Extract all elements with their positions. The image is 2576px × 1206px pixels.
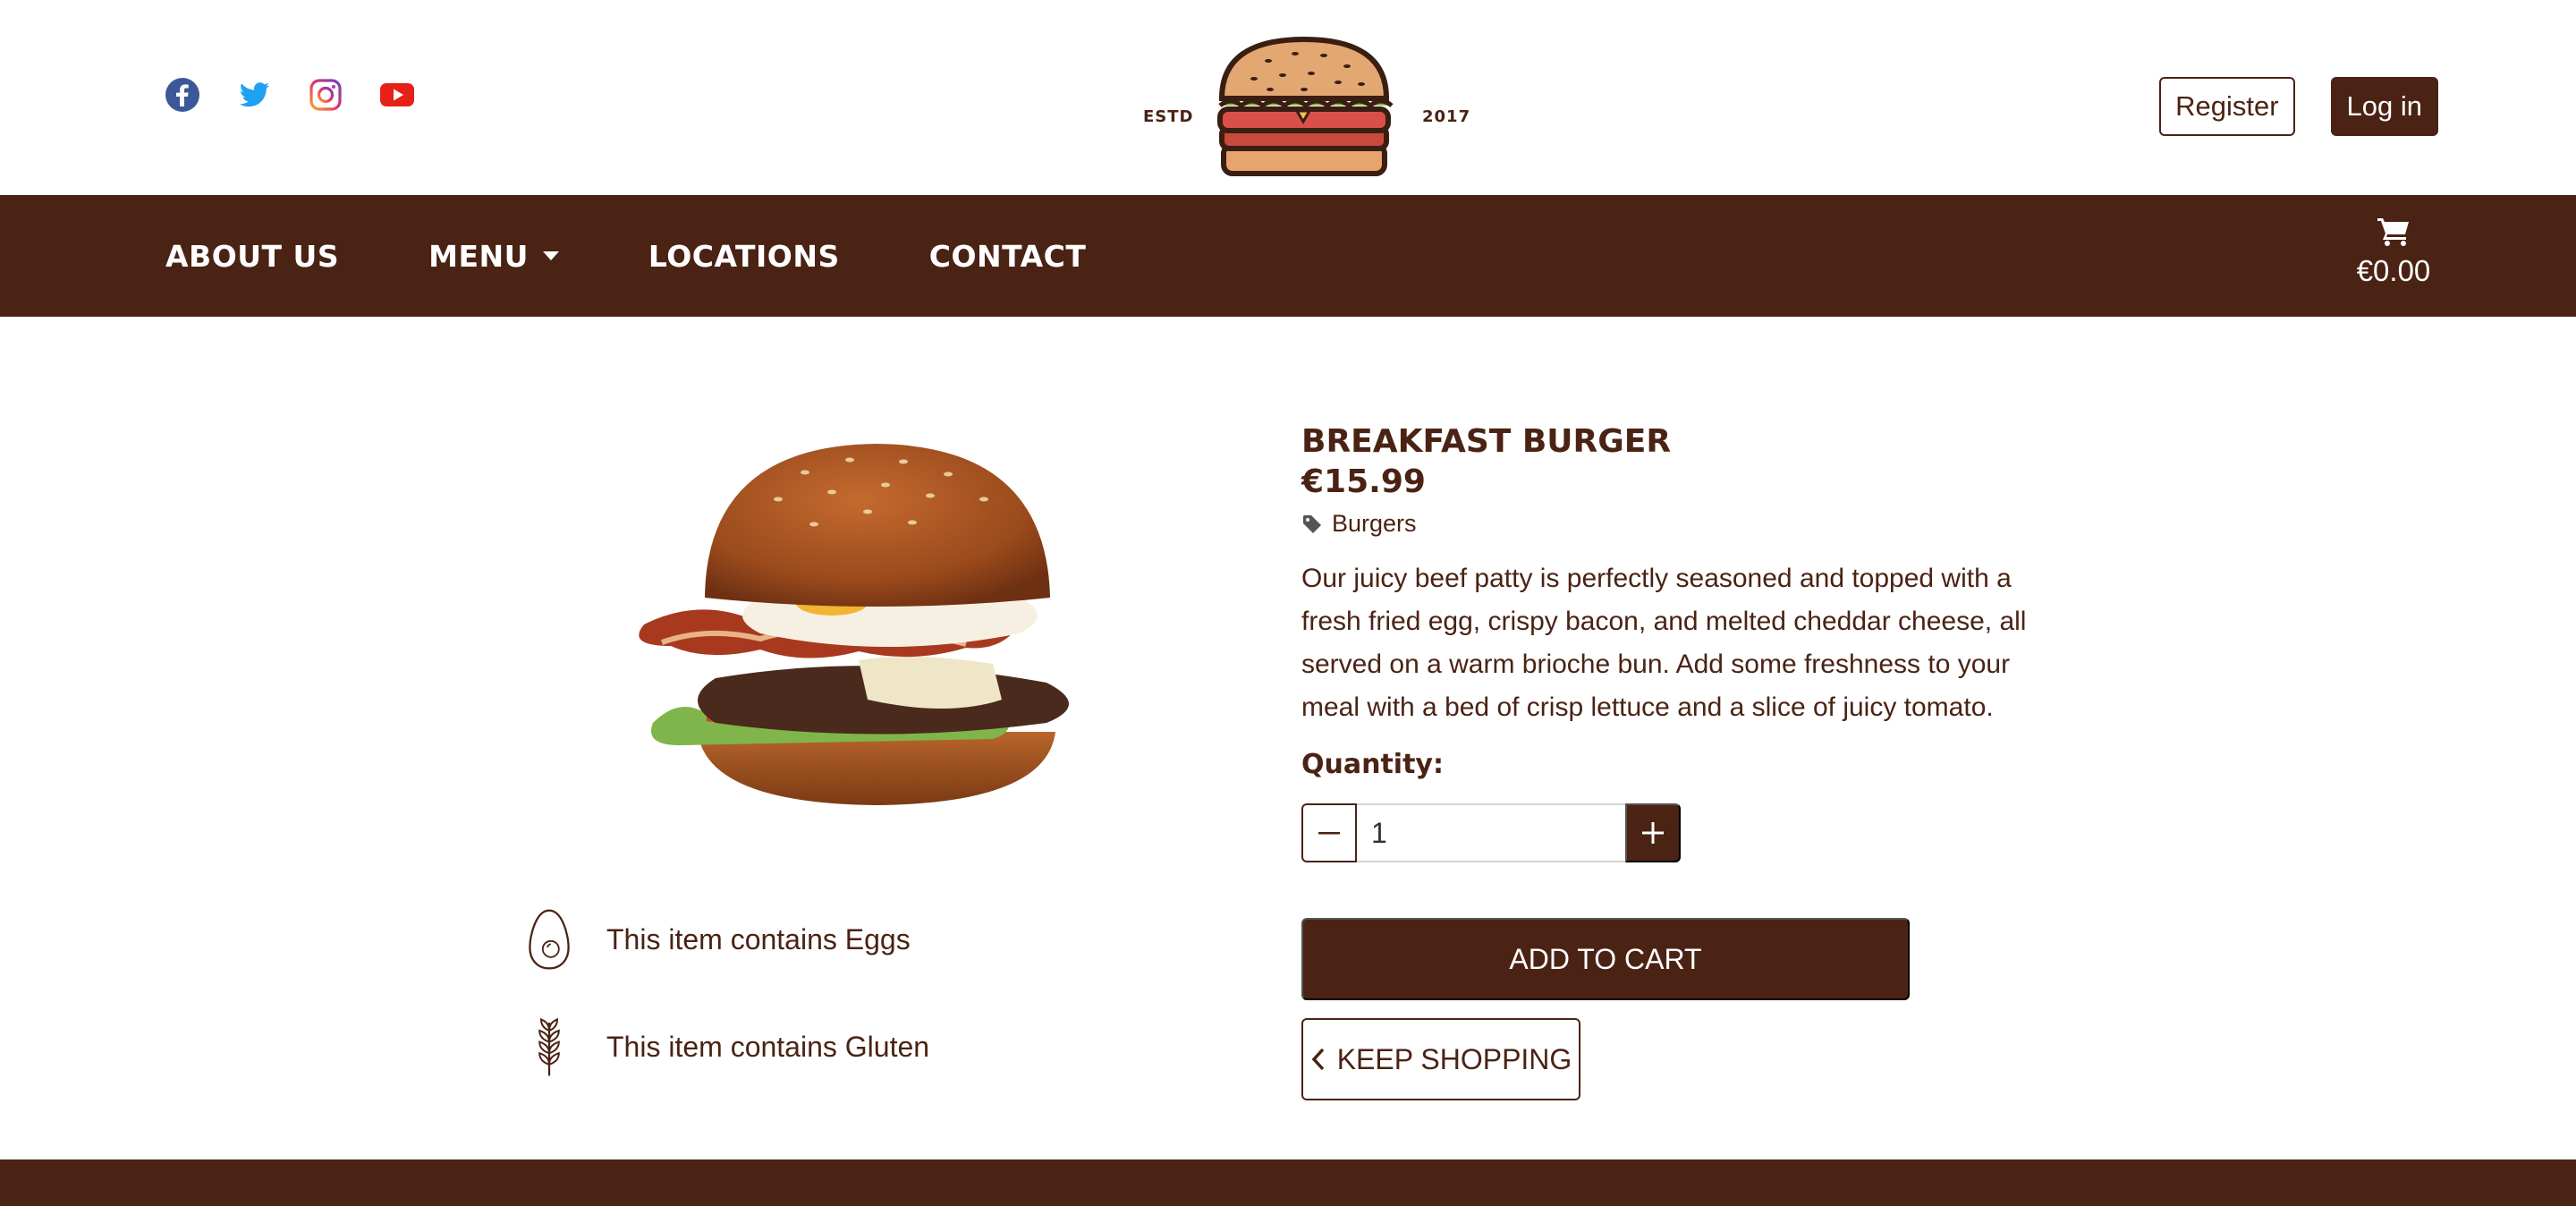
quantity-increase-button[interactable]: [1625, 803, 1681, 862]
nav-contact[interactable]: CONTACT: [929, 239, 1087, 274]
product-description: Our juicy beef patty is perfectly season…: [1301, 564, 2027, 722]
nav-about-us-label: ABOUT US: [165, 238, 340, 274]
caret-down-icon: [542, 251, 559, 260]
instagram-icon[interactable]: [308, 77, 343, 113]
site-header: ESTD 2017 Register Log in: [0, 0, 2576, 195]
nav-menu-label: MENU: [428, 238, 529, 274]
auth-buttons: Register Log in: [2159, 77, 2438, 136]
keep-shopping-button[interactable]: KEEP SHOPPING: [1301, 1018, 1580, 1100]
tag-icon: [1303, 514, 1321, 533]
quantity-stepper: 1: [1301, 803, 2071, 862]
site-logo[interactable]: ESTD 2017: [1136, 34, 1476, 181]
shopping-cart-icon: [2377, 218, 2409, 246]
nav-locations[interactable]: LOCATIONS: [648, 239, 840, 274]
plus-icon: [1642, 822, 1664, 844]
burger-photo: [639, 444, 1069, 805]
register-button[interactable]: Register: [2159, 77, 2295, 136]
quantity-decrease-button[interactable]: [1301, 803, 1357, 862]
product-details: BREAKFAST BURGER €15.99 Burgers Our juic…: [1301, 420, 2071, 1100]
minus-icon: [1318, 832, 1340, 835]
category-label: Burgers: [1332, 510, 1417, 537]
chevron-left-icon: [1311, 1048, 1324, 1071]
nav-about-us[interactable]: ABOUT US: [165, 239, 339, 274]
allergen-gluten-text: This item contains Gluten: [606, 1030, 930, 1063]
cart-total: €0.00: [2356, 254, 2431, 287]
product-category[interactable]: Burgers: [1301, 510, 2071, 538]
main-nav: ABOUT US MENU LOCATIONS CONTACT €0.00: [0, 195, 2576, 317]
twitter-icon[interactable]: [236, 77, 272, 113]
nav-locations-label: LOCATIONS: [648, 238, 840, 274]
product-price: €15.99: [1301, 463, 1426, 500]
cart-button[interactable]: €0.00: [2331, 217, 2456, 288]
product-title: BREAKFAST BURGER: [1301, 423, 1672, 460]
logo-year-text: 2017: [1422, 107, 1471, 126]
add-to-cart-button[interactable]: ADD TO CART: [1301, 918, 1910, 1000]
quantity-input[interactable]: 1: [1357, 803, 1625, 862]
allergen-eggs-text: This item contains Eggs: [606, 922, 911, 955]
site-footer: [0, 1159, 2576, 1206]
wheat-icon: [524, 1011, 574, 1083]
nav-menu-dropdown[interactable]: MENU: [428, 239, 559, 274]
social-links: [165, 77, 415, 113]
allergen-list: This item contains Eggs This item contai…: [524, 904, 929, 1118]
nav-contact-label: CONTACT: [928, 238, 1087, 274]
product-image: [626, 437, 1127, 812]
youtube-icon[interactable]: [379, 77, 415, 113]
facebook-icon[interactable]: [165, 77, 200, 113]
logo-estd-text: ESTD: [1143, 107, 1194, 126]
keep-shopping-label: KEEP SHOPPING: [1336, 1042, 1572, 1075]
quantity-label: Quantity:: [1301, 749, 1444, 780]
burger-logo-icon: [1217, 36, 1394, 176]
allergen-item-eggs: This item contains Eggs: [524, 904, 929, 975]
login-button[interactable]: Log in: [2330, 77, 2438, 136]
egg-icon: [524, 904, 574, 975]
allergen-item-gluten: This item contains Gluten: [524, 1011, 929, 1083]
